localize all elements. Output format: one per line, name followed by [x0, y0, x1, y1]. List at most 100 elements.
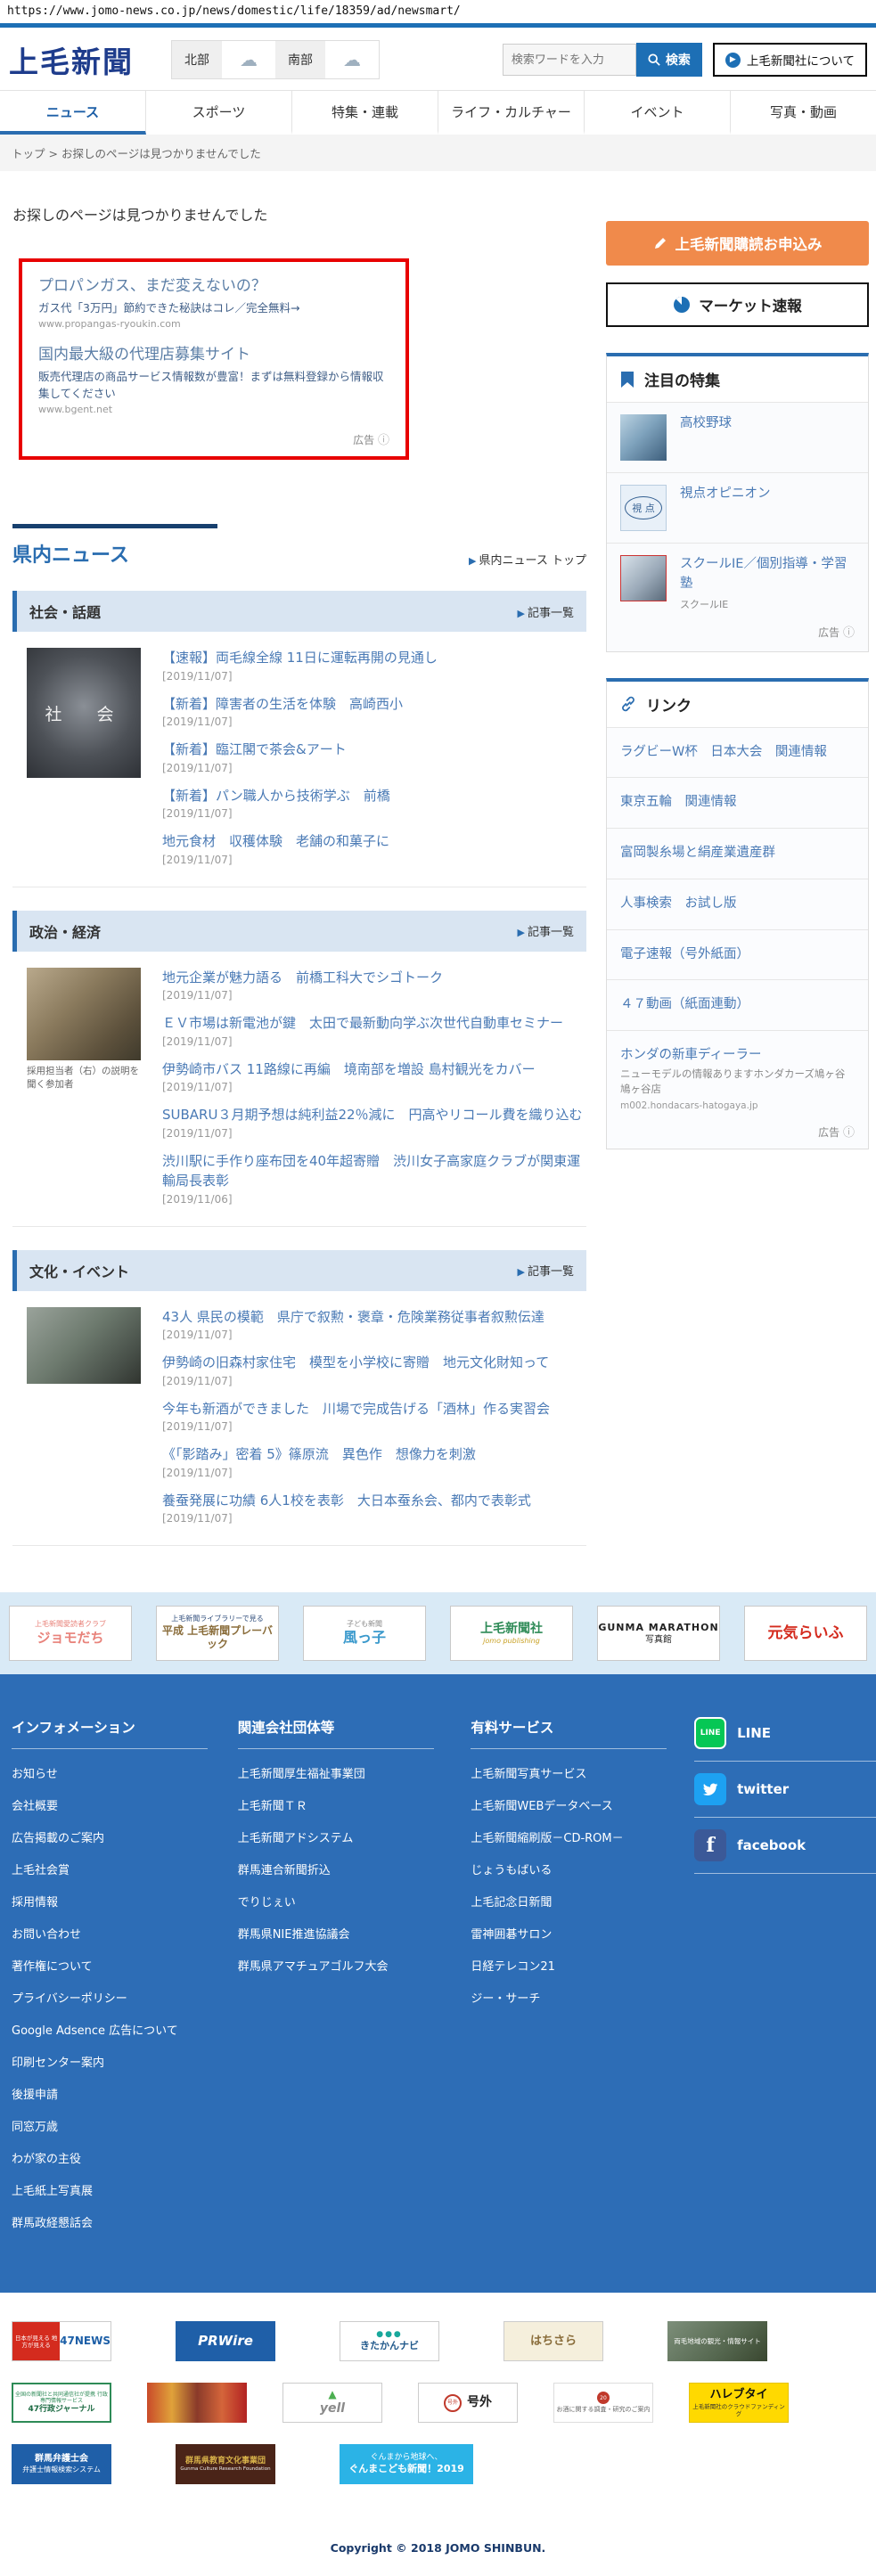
society-thumbnail-image[interactable]: 社 会 [27, 648, 141, 779]
news-title-link[interactable]: ＥＶ市場は新電池が鍵 太田で最新動向学ぶ次世代自動車セミナー [162, 1013, 583, 1034]
sidebar-ad-title-link[interactable]: ホンダの新車ディーラー [620, 1044, 855, 1063]
info-icon[interactable]: ⓘ [843, 1126, 855, 1140]
footer-link[interactable]: 上毛新聞ＴＲ [238, 1796, 460, 1813]
footer-link[interactable]: プライバシーポリシー [12, 1989, 226, 2006]
tab-events[interactable]: イベント [585, 91, 731, 135]
banner-genki-life[interactable]: 元気らいふ [744, 1606, 867, 1662]
banner-jomodachi[interactable]: 上毛新聞愛読者クラブ ジョモだち [9, 1606, 132, 1662]
search-input[interactable] [502, 44, 636, 76]
footer-link[interactable]: 日経テレコン21 [471, 1957, 684, 1974]
footer-link[interactable]: じょうもばいる [471, 1860, 684, 1877]
footer-link[interactable]: Google Adsence 広告について [12, 2021, 226, 2038]
sns-line-button[interactable]: LINE LINE [694, 1717, 876, 1761]
search-button[interactable]: 検索 [635, 43, 702, 77]
banner-ryomo-photo[interactable]: 両毛地域の観光・情報サイト [667, 2321, 767, 2362]
sidebar-link-olympics[interactable]: 東京五輪 関連情報 [607, 778, 868, 829]
footer-link[interactable]: 群馬政経懇話会 [12, 2213, 226, 2230]
news-title-link[interactable]: 渋川駅に手作り座布団を40年超寄贈 渋川女子高家庭クラブが関東運輸局長表彰 [162, 1151, 583, 1191]
news-title-link[interactable]: 【新着】臨江閣で茶会&アート [162, 740, 583, 760]
news-title-link[interactable]: 【新着】障害者の生活を体験 高崎西小 [162, 694, 583, 715]
banner-gogai[interactable]: 号外 号外 [418, 2383, 518, 2424]
banner-jomo-publishing[interactable]: 上毛新聞社 jomo publishing [450, 1606, 573, 1662]
tab-news[interactable]: ニュース [0, 91, 146, 135]
featured-item-link[interactable]: 高校野球 [680, 414, 732, 461]
footer-link[interactable]: ジー・サーチ [471, 1989, 684, 2006]
tab-features[interactable]: 特集・連載 [292, 91, 438, 135]
banner-hachisara[interactable]: はちさら [503, 2321, 603, 2362]
news-title-link[interactable]: 伊勢崎の旧森村家住宅 模型を小学校に寄贈 地元文化財知って [162, 1353, 583, 1373]
news-title-link[interactable]: 地元食材 収穫体験 老舗の和菓子に [162, 831, 583, 852]
footer-link[interactable]: 群馬連合新聞折込 [238, 1860, 460, 1877]
footer-link[interactable]: 広告掲載のご案内 [12, 1828, 226, 1845]
footer-link[interactable]: わが家の主役 [12, 2149, 226, 2166]
news-title-link[interactable]: 【新着】パン職人から技術学ぶ 前橋 [162, 786, 583, 806]
footer-link[interactable]: 上毛新聞アドシステム [238, 1828, 460, 1845]
ad-title-link[interactable]: プロパンガス、まだ変えないの？ [38, 276, 389, 296]
news-title-link[interactable]: 伊勢崎市バス 11路線に再編 境南部を増設 島村観光をカバー [162, 1059, 583, 1080]
ad-title-link[interactable]: 国内最大級の代理店募集サイト [38, 345, 389, 364]
sns-facebook-button[interactable]: f facebook [694, 1817, 876, 1873]
banner-food-collage-image[interactable] [147, 2383, 247, 2424]
footer-link[interactable]: 上毛社会賞 [12, 1860, 226, 1877]
sidebar-link-tomioka[interactable]: 富岡製糸場と絹産業遺産群 [607, 829, 868, 879]
subscribe-button[interactable]: 上毛新聞購読お申込み [606, 221, 869, 266]
footer-link[interactable]: 群馬県アマチュアゴルフ大会 [238, 1957, 460, 1974]
footer-link[interactable]: 採用情報 [12, 1893, 226, 1910]
info-icon[interactable]: ⓘ [843, 626, 855, 640]
banner-gunma-bar-association[interactable]: 群馬弁護士会 弁護士情報検索システム [12, 2444, 111, 2485]
news-title-link[interactable]: 《「影踏み」密着 5》篠原流 異色作 想像力を刺激 [162, 1444, 583, 1465]
footer-link[interactable]: 印刷センター案内 [12, 2053, 226, 2070]
culture-thumbnail-image[interactable] [27, 1306, 141, 1384]
ad-item[interactable]: 国内最大級の代理店募集サイト 販売代理店の商品サービス情報数が豊富！まずは無料登… [38, 345, 389, 415]
browser-url-bar[interactable]: https://www.jomo-news.co.jp/news/domesti… [0, 0, 876, 28]
politics-thumbnail-image[interactable] [27, 967, 141, 1060]
about-company-button[interactable]: ▶ 上毛新聞社について [712, 43, 867, 77]
footer-link[interactable]: 上毛新聞厚生福祉事業団 [238, 1764, 460, 1781]
footer-link[interactable]: 同窓万歳 [12, 2117, 226, 2134]
banner-harebutai[interactable]: ハレブタイ 上毛新聞社のクラウドファンディング [689, 2383, 789, 2424]
news-title-link[interactable]: 地元企業が魅力語る 前橋工科大でシゴトーク [162, 968, 583, 988]
banner-47news[interactable]: 日本が見える 地方が見える 47NEWS [12, 2321, 111, 2362]
banner-culture-foundation[interactable]: 群馬県教育文化事業団 Gunma Culture Research Founda… [176, 2444, 275, 2485]
footer-link[interactable]: 群馬県NIE推進協議会 [238, 1925, 460, 1942]
featured-item-link[interactable]: 視点オピニオン [680, 485, 771, 531]
breadcrumb-home-link[interactable]: トップ [12, 147, 45, 160]
footer-link[interactable]: 後援申請 [12, 2085, 226, 2102]
banner-kazakko[interactable]: 子ども新聞 風っ子 [303, 1606, 426, 1662]
banner-gunma-marathon[interactable]: GUNMA MARATHON 写真館 [597, 1606, 720, 1662]
info-icon[interactable]: ⓘ [378, 434, 389, 447]
article-list-link[interactable]: ▶ 記事一覧 [518, 603, 574, 620]
footer-link[interactable]: 上毛紙上写真展 [12, 2181, 226, 2198]
footer-link[interactable]: 上毛新聞写真サービス [471, 1764, 684, 1781]
banner-kitakan-navi[interactable]: ●●● きたかんナビ [340, 2321, 439, 2362]
tab-sports[interactable]: スポーツ [146, 91, 292, 135]
tab-photo-video[interactable]: 写真・動画 [731, 91, 876, 135]
news-title-link[interactable]: 43人 県民の模範 県庁で叙勲・褒章・危険業務従事者叙勲伝達 [162, 1307, 583, 1328]
market-report-button[interactable]: マーケット速報 [606, 282, 869, 327]
sidebar-link-rugby[interactable]: ラグビーW杯 日本大会 関連情報 [607, 727, 868, 779]
ad-item[interactable]: プロパンガス、まだ変えないの？ ガス代「3万円」節約できた秘訣はコレ／完全無料→… [38, 276, 389, 330]
sidebar-ad-item[interactable]: ホンダの新車ディーラー ニューモデルの情報ありますホンダカーズ鳩ヶ谷 鳩ヶ谷店 … [607, 1031, 868, 1149]
featured-ad-link[interactable]: スクールIE／個別指導・学習塾 [680, 555, 855, 594]
footer-link[interactable]: お問い合わせ [12, 1925, 226, 1942]
banner-prwire[interactable]: PRWire [176, 2321, 275, 2362]
kennai-top-link[interactable]: ▶ 県内ニュース トップ [469, 551, 586, 568]
sns-twitter-button[interactable]: twitter [694, 1761, 876, 1817]
news-title-link[interactable]: 養蚕発展に功績 6人1校を表彰 大日本蚕糸会、都内で表彰式 [162, 1491, 583, 1511]
footer-link[interactable]: お知らせ [12, 1764, 226, 1781]
footer-link[interactable]: 著作権について [12, 1957, 226, 1974]
footer-link[interactable]: でりじぇい [238, 1893, 460, 1910]
footer-link[interactable]: 上毛新聞縮刷版－CD-ROM－ [471, 1828, 684, 1845]
footer-link[interactable]: 雷神囲碁サロン [471, 1925, 684, 1942]
site-logo[interactable]: 上毛新聞 [9, 38, 134, 81]
sidebar-link-jinji[interactable]: 人事検索 お試し版 [607, 879, 868, 930]
sidebar-link-47video[interactable]: ４７動画（紙面連動） [607, 980, 868, 1031]
article-list-link[interactable]: ▶ 記事一覧 [518, 922, 574, 939]
featured-ad-item[interactable]: スクールIE／個別指導・学習塾 スクールIE 広告 ⓘ [607, 544, 868, 651]
tab-life-culture[interactable]: ライフ・カルチャー [438, 91, 585, 135]
banner-yell[interactable]: ▲ yell [282, 2383, 382, 2424]
article-list-link[interactable]: ▶ 記事一覧 [518, 1262, 574, 1279]
footer-link[interactable]: 上毛記念日新聞 [471, 1893, 684, 1910]
footer-link[interactable]: 会社概要 [12, 1796, 226, 1813]
news-title-link[interactable]: 今年も新酒ができました 川場で完成告げる「酒林」作る実習会 [162, 1399, 583, 1419]
